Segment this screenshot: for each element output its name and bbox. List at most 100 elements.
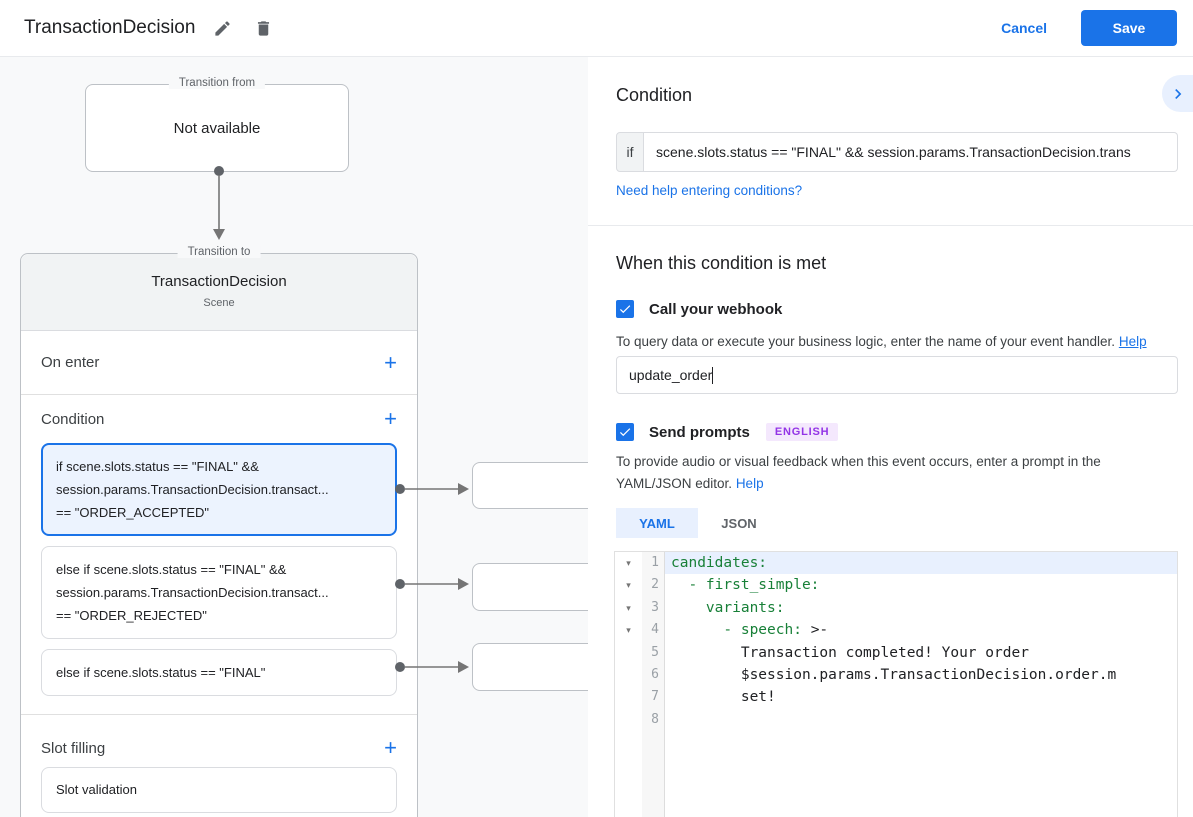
top-bar-actions: Cancel Save [1001, 10, 1177, 46]
condition-section-label: Condition [41, 411, 104, 428]
text-caret [712, 367, 713, 384]
editor-format-tabs: YAML JSON [616, 508, 780, 538]
condition-card-order-rejected[interactable]: else if scene.slots.status == "FINAL" &&… [41, 546, 397, 639]
delete-scene-button[interactable] [250, 15, 277, 42]
line-number: 8 [642, 709, 664, 731]
code-line [665, 709, 1177, 731]
webhook-handler-input[interactable]: update_order [616, 356, 1178, 394]
scene-type: Scene [21, 297, 417, 309]
slot-filling-label: Slot filling [41, 740, 105, 757]
condition-line: session.params.TransactionDecision.trans… [56, 581, 382, 604]
top-bar: TransactionDecision Cancel Save [0, 0, 1193, 57]
condition-card-final[interactable]: else if scene.slots.status == "FINAL" [41, 649, 397, 696]
transition-target-box[interactable] [472, 462, 588, 509]
line-number: 5 [642, 642, 664, 664]
yaml-key: candidates: [671, 555, 767, 571]
line-number: 6 [642, 664, 664, 686]
yaml-key: variants: [671, 600, 785, 616]
chevron-right-icon [1168, 84, 1188, 104]
yaml-key: - speech: [671, 622, 811, 638]
tab-yaml[interactable]: YAML [616, 508, 698, 538]
add-condition-button[interactable]: + [384, 408, 397, 430]
prompts-help-link[interactable]: Help [736, 476, 764, 491]
condition-panel: Condition if Need help entering conditio… [588, 57, 1193, 817]
yaml-text: $session.params.TransactionDecision.orde… [671, 667, 1116, 683]
line-number: 4 [642, 619, 664, 641]
yaml-text: Transaction completed! Your order [671, 645, 1029, 661]
webhook-checkbox[interactable] [616, 300, 634, 318]
scene-editor: TransactionDecision Cancel Save Transiti… [0, 0, 1193, 817]
condition-line: else if scene.slots.status == "FINAL" [56, 661, 382, 684]
save-button[interactable]: Save [1081, 10, 1177, 46]
condition-connector-1 [394, 481, 474, 497]
fold-toggle-icon[interactable]: ▾ [615, 552, 642, 574]
code-line: $session.params.TransactionDecision.orde… [665, 664, 1177, 686]
code-line: - first_simple: [665, 574, 1177, 596]
slot-filling-section: Slot filling + Slot validation [21, 715, 417, 813]
transition-target-box[interactable] [472, 643, 588, 691]
send-prompts-checkbox[interactable] [616, 423, 634, 441]
code-line: Transaction completed! Your order [665, 642, 1177, 664]
on-enter-section: On enter + [21, 331, 417, 395]
check-icon [618, 302, 632, 316]
yaml-text: >- [811, 622, 828, 638]
webhook-help-link[interactable]: Help [1119, 334, 1147, 349]
line-number: 3 [642, 597, 664, 619]
trash-icon [254, 19, 273, 38]
yaml-key: - first_simple: [671, 577, 819, 593]
add-on-enter-button[interactable]: + [384, 352, 397, 374]
condition-expression-row: if [616, 132, 1178, 172]
line-number: 1 [642, 552, 664, 574]
yaml-text: set! [671, 689, 776, 705]
add-slot-button[interactable]: + [384, 737, 397, 759]
send-prompts-label: Send prompts [649, 424, 750, 441]
webhook-helper-body: To query data or execute your business l… [616, 334, 1115, 349]
condition-line: == "ORDER_REJECTED" [56, 604, 382, 627]
code-line: variants: [665, 597, 1177, 619]
condition-help-link[interactable]: Need help entering conditions? [616, 183, 802, 198]
scene-flow-diagram: Transition from Not available Transition… [0, 57, 588, 817]
editor-gutter: ▾1 ▾2 ▾3 ▾4 5 6 7 8 [615, 552, 665, 817]
line-number: 2 [642, 574, 664, 596]
condition-line: session.params.TransactionDecision.trans… [56, 478, 382, 501]
when-condition-met-title: When this condition is met [616, 253, 826, 274]
condition-line: == "ORDER_ACCEPTED" [56, 501, 382, 524]
transition-to-label: Transition to [178, 246, 261, 258]
on-enter-label: On enter [41, 354, 99, 371]
fold-toggle-icon[interactable]: ▾ [615, 597, 642, 619]
scene-name: TransactionDecision [21, 273, 417, 290]
line-number: 7 [642, 686, 664, 708]
code-line: - speech: >- [665, 619, 1177, 641]
pencil-icon [213, 19, 232, 38]
condition-expression-input[interactable] [644, 132, 1178, 172]
webhook-label: Call your webhook [649, 301, 782, 318]
page-title: TransactionDecision [24, 17, 195, 39]
webhook-toggle-row: Call your webhook [616, 300, 782, 318]
yaml-editor[interactable]: ▾1 ▾2 ▾3 ▾4 5 6 7 8 candidates: - first_… [614, 551, 1178, 817]
send-prompts-row: Send prompts ENGLISH [616, 423, 838, 441]
transition-target-box[interactable] [472, 563, 588, 611]
condition-line: if scene.slots.status == "FINAL" && [56, 455, 382, 478]
if-label: if [616, 132, 644, 172]
condition-card-order-accepted[interactable]: if scene.slots.status == "FINAL" && sess… [41, 443, 397, 536]
prompts-helper-text: To provide audio or visual feedback when… [616, 451, 1176, 495]
prompts-helper-body: To provide audio or visual feedback when… [616, 454, 1101, 491]
tab-json[interactable]: JSON [698, 508, 780, 538]
scene-header: TransactionDecision Scene [21, 254, 417, 331]
edit-title-button[interactable] [209, 15, 236, 42]
code-line: candidates: [665, 552, 1177, 574]
condition-line: else if scene.slots.status == "FINAL" && [56, 558, 382, 581]
transition-arrow [209, 165, 229, 245]
slot-validation-card[interactable]: Slot validation [41, 767, 397, 813]
webhook-handler-value: update_order [629, 367, 712, 383]
editor-code-area[interactable]: candidates: - first_simple: variants: - … [665, 552, 1177, 817]
condition-section: Condition + if scene.slots.status == "FI… [21, 395, 417, 715]
language-badge: ENGLISH [766, 423, 839, 441]
collapse-panel-button[interactable] [1162, 75, 1193, 112]
webhook-helper-text: To query data or execute your business l… [616, 331, 1147, 353]
cancel-button[interactable]: Cancel [1001, 20, 1047, 36]
fold-toggle-icon[interactable]: ▾ [615, 574, 642, 596]
transition-to-box: Transition to TransactionDecision Scene … [20, 253, 418, 817]
code-line: set! [665, 686, 1177, 708]
fold-toggle-icon[interactable]: ▾ [615, 619, 642, 641]
